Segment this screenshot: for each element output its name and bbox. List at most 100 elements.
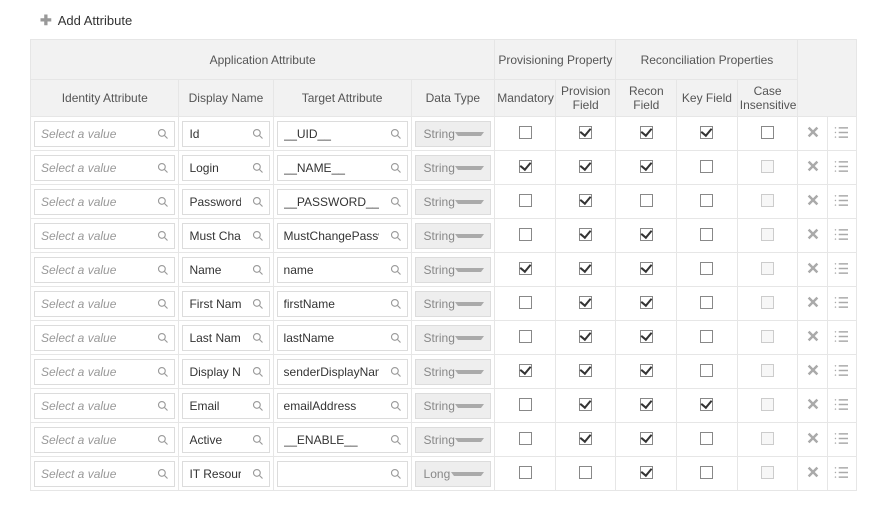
identity-attribute-lookup[interactable] [34,461,175,487]
search-icon[interactable] [385,162,407,174]
provision-field-checkbox[interactable] [579,364,592,377]
identity-attribute-input[interactable] [35,433,152,447]
identity-attribute-lookup[interactable] [34,325,175,351]
target-attribute-lookup[interactable] [277,121,408,147]
row-menu-button[interactable] [834,228,849,241]
target-attribute-lookup[interactable] [277,189,408,215]
delete-row-button[interactable] [806,261,820,275]
recon-field-checkbox[interactable] [640,330,653,343]
target-attribute-input[interactable] [278,467,385,481]
mandatory-checkbox[interactable] [519,296,532,309]
recon-field-checkbox[interactable] [640,160,653,173]
data-type-select[interactable]: String [415,223,492,249]
display-name-input[interactable] [183,467,246,481]
display-name-lookup[interactable] [182,223,269,249]
key-field-checkbox[interactable] [700,398,713,411]
target-attribute-input[interactable] [278,195,385,209]
provision-field-checkbox[interactable] [579,296,592,309]
row-menu-button[interactable] [834,330,849,343]
search-icon[interactable] [247,230,269,242]
display-name-input[interactable] [183,127,246,141]
search-icon[interactable] [152,264,174,276]
row-menu-button[interactable] [834,466,849,479]
identity-attribute-input[interactable] [35,263,152,277]
key-field-checkbox[interactable] [700,126,713,139]
mandatory-checkbox[interactable] [519,194,532,207]
identity-attribute-lookup[interactable] [34,121,175,147]
search-icon[interactable] [247,128,269,140]
display-name-input[interactable] [183,365,246,379]
mandatory-checkbox[interactable] [519,466,532,479]
provision-field-checkbox[interactable] [579,160,592,173]
key-field-checkbox[interactable] [700,432,713,445]
mandatory-checkbox[interactable] [519,330,532,343]
display-name-lookup[interactable] [182,461,269,487]
identity-attribute-lookup[interactable] [34,155,175,181]
target-attribute-lookup[interactable] [277,257,408,283]
provision-field-checkbox[interactable] [579,466,592,479]
identity-attribute-lookup[interactable] [34,427,175,453]
search-icon[interactable] [152,332,174,344]
row-menu-button[interactable] [834,364,849,377]
search-icon[interactable] [385,332,407,344]
key-field-checkbox[interactable] [700,296,713,309]
search-icon[interactable] [247,264,269,276]
delete-row-button[interactable] [806,295,820,309]
identity-attribute-input[interactable] [35,195,152,209]
display-name-lookup[interactable] [182,291,269,317]
identity-attribute-input[interactable] [35,127,152,141]
search-icon[interactable] [247,400,269,412]
identity-attribute-lookup[interactable] [34,223,175,249]
search-icon[interactable] [385,264,407,276]
recon-field-checkbox[interactable] [640,228,653,241]
case-insensitive-checkbox[interactable] [761,126,774,139]
row-menu-button[interactable] [834,432,849,445]
search-icon[interactable] [385,230,407,242]
data-type-select[interactable]: String [415,257,492,283]
row-menu-button[interactable] [834,296,849,309]
delete-row-button[interactable] [806,397,820,411]
mandatory-checkbox[interactable] [519,432,532,445]
identity-attribute-input[interactable] [35,399,152,413]
identity-attribute-input[interactable] [35,331,152,345]
recon-field-checkbox[interactable] [640,432,653,445]
display-name-lookup[interactable] [182,393,269,419]
data-type-select[interactable]: Long [415,461,492,487]
row-menu-button[interactable] [834,262,849,275]
identity-attribute-input[interactable] [35,467,152,481]
data-type-select[interactable]: String [415,359,492,385]
row-menu-button[interactable] [834,126,849,139]
search-icon[interactable] [247,366,269,378]
delete-row-button[interactable] [806,159,820,173]
search-icon[interactable] [247,332,269,344]
provision-field-checkbox[interactable] [579,398,592,411]
display-name-lookup[interactable] [182,155,269,181]
recon-field-checkbox[interactable] [640,398,653,411]
search-icon[interactable] [152,298,174,310]
data-type-select[interactable]: String [415,427,492,453]
search-icon[interactable] [247,468,269,480]
data-type-select[interactable]: String [415,393,492,419]
data-type-select[interactable]: String [415,291,492,317]
search-icon[interactable] [385,366,407,378]
identity-attribute-lookup[interactable] [34,257,175,283]
delete-row-button[interactable] [806,227,820,241]
key-field-checkbox[interactable] [700,364,713,377]
mandatory-checkbox[interactable] [519,398,532,411]
display-name-lookup[interactable] [182,325,269,351]
search-icon[interactable] [152,468,174,480]
row-menu-button[interactable] [834,194,849,207]
display-name-input[interactable] [183,297,246,311]
identity-attribute-input[interactable] [35,229,152,243]
mandatory-checkbox[interactable] [519,228,532,241]
key-field-checkbox[interactable] [700,160,713,173]
identity-attribute-lookup[interactable] [34,393,175,419]
data-type-select[interactable]: String [415,121,492,147]
display-name-lookup[interactable] [182,189,269,215]
target-attribute-input[interactable] [278,127,385,141]
search-icon[interactable] [152,366,174,378]
row-menu-button[interactable] [834,160,849,173]
display-name-lookup[interactable] [182,427,269,453]
display-name-input[interactable] [183,331,246,345]
display-name-input[interactable] [183,229,246,243]
